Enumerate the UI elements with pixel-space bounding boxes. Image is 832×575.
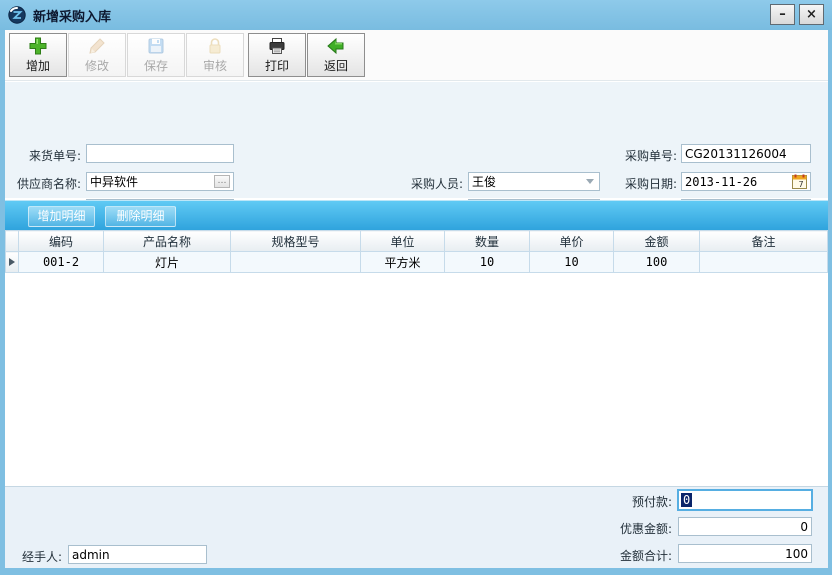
prepaid-label: 预付款: xyxy=(565,493,672,510)
table-row: 001-2 灯片 平方米 10 10 100 xyxy=(6,252,828,273)
audit-button-label: 审核 xyxy=(203,57,227,74)
detail-toolbar: 增加明细 删除明细 xyxy=(5,200,828,230)
titlebar: 新增采购入库 – × xyxy=(0,0,832,30)
purchase-date-input[interactable]: 2013-11-26 7 xyxy=(681,172,811,191)
header-form: 来货单号: 采购单号: 供应商名称: 中异软件 … 采购人员: 王俊 采购日期:… xyxy=(5,82,828,198)
svg-text:7: 7 xyxy=(798,180,803,189)
handler-label: 经手人: xyxy=(5,548,62,565)
grid-header-row: 编码 产品名称 规格型号 单位 数量 单价 金额 备注 xyxy=(6,231,828,252)
detail-grid: 编码 产品名称 规格型号 单位 数量 单价 金额 备注 001-2 灯片 平方米… xyxy=(5,230,828,273)
audit-lock-icon xyxy=(205,36,225,56)
cell-code[interactable]: 001-2 xyxy=(19,252,104,273)
col-header-qty[interactable]: 数量 xyxy=(445,231,530,252)
save-button[interactable]: 保存 xyxy=(127,33,185,77)
print-button-label: 打印 xyxy=(265,57,289,74)
window-title: 新增采购入库 xyxy=(33,6,111,25)
discount-label: 优惠金额: xyxy=(565,520,672,537)
window-content: 增加 修改 保存 xyxy=(5,30,828,568)
handler-input[interactable] xyxy=(68,545,207,564)
cell-price[interactable]: 10 xyxy=(530,252,614,273)
purchase-inbound-window: 新增采购入库 – × 增加 修改 xyxy=(0,0,832,575)
supplier-label: 供应商名称: xyxy=(5,175,81,192)
col-header-unit[interactable]: 单位 xyxy=(361,231,445,252)
col-header-product-name[interactable]: 产品名称 xyxy=(104,231,231,252)
prepaid-input[interactable]: 0 xyxy=(677,489,813,511)
buyer-value: 王俊 xyxy=(472,173,586,190)
cell-spec[interactable] xyxy=(231,252,361,273)
col-header-spec[interactable]: 规格型号 xyxy=(231,231,361,252)
app-logo-icon xyxy=(8,6,26,24)
main-toolbar: 增加 修改 保存 xyxy=(5,30,828,81)
buyer-dropdown[interactable]: 王俊 xyxy=(468,172,600,191)
chevron-down-icon xyxy=(586,179,594,184)
incoming-no-label: 来货单号: xyxy=(5,147,81,164)
col-header-remark[interactable]: 备注 xyxy=(700,231,828,252)
cell-qty[interactable]: 10 xyxy=(445,252,530,273)
save-button-label: 保存 xyxy=(144,57,168,74)
purchase-date-label: 采购日期: xyxy=(597,175,677,192)
supplier-browse-button[interactable]: … xyxy=(214,175,230,188)
totals-footer: 预付款: 0 优惠金额: 金额合计: 经手人: xyxy=(5,486,828,568)
save-floppy-icon xyxy=(146,36,166,56)
buyer-label: 采购人员: xyxy=(385,175,463,192)
close-button[interactable]: × xyxy=(799,4,824,25)
row-selector-header xyxy=(6,231,19,252)
calendar-icon[interactable]: 7 xyxy=(792,174,807,189)
print-button[interactable]: 打印 xyxy=(248,33,306,77)
cell-remark[interactable] xyxy=(700,252,828,273)
add-plus-icon xyxy=(28,36,48,56)
col-header-code[interactable]: 编码 xyxy=(19,231,104,252)
delete-detail-button[interactable]: 删除明细 xyxy=(105,206,176,227)
cell-unit[interactable]: 平方米 xyxy=(361,252,445,273)
back-arrow-icon xyxy=(326,36,346,56)
purchase-no-input[interactable] xyxy=(681,144,811,163)
audit-button[interactable]: 审核 xyxy=(186,33,244,77)
edit-button-label: 修改 xyxy=(85,57,109,74)
supplier-value: 中异软件 xyxy=(90,173,214,190)
back-button-label: 返回 xyxy=(324,57,348,74)
discount-input[interactable] xyxy=(678,517,812,536)
minimize-button[interactable]: – xyxy=(770,4,795,25)
total-input[interactable] xyxy=(678,544,812,563)
back-button[interactable]: 返回 xyxy=(307,33,365,77)
purchase-no-label: 采购单号: xyxy=(597,147,677,164)
col-header-amount[interactable]: 金额 xyxy=(614,231,700,252)
cell-product-name[interactable]: 灯片 xyxy=(104,252,231,273)
edit-pencil-icon xyxy=(87,36,107,56)
incoming-no-input[interactable] xyxy=(86,144,234,163)
purchase-date-value: 2013-11-26 xyxy=(685,175,792,189)
add-button-label: 增加 xyxy=(26,57,50,74)
prepaid-selected-value: 0 xyxy=(681,493,692,507)
add-detail-button[interactable]: 增加明细 xyxy=(28,206,95,227)
row-selector-cell[interactable] xyxy=(6,252,19,273)
supplier-input[interactable]: 中异软件 … xyxy=(86,172,234,191)
add-button[interactable]: 增加 xyxy=(9,33,67,77)
cell-amount[interactable]: 100 xyxy=(614,252,700,273)
edit-button[interactable]: 修改 xyxy=(68,33,126,77)
row-selector-arrow-icon xyxy=(9,258,15,266)
print-printer-icon xyxy=(267,36,287,56)
total-label: 金额合计: xyxy=(565,547,672,564)
col-header-price[interactable]: 单价 xyxy=(530,231,614,252)
